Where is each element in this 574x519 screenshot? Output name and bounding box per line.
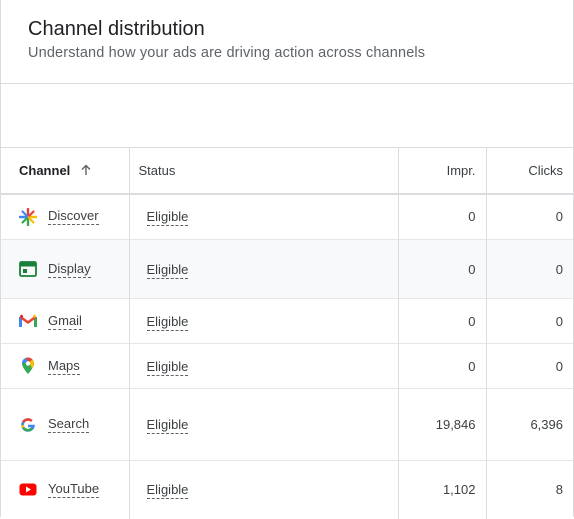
clicks-cell: 0 [485, 298, 573, 344]
impressions-cell: 1,102 [397, 460, 486, 519]
status-link[interactable]: Eligible [146, 313, 189, 331]
impressions-cell: 0 [397, 298, 486, 344]
discover-icon [19, 207, 37, 226]
channel-link[interactable]: Display [48, 261, 91, 278]
column-header-impressions[interactable]: Impr. [397, 147, 486, 194]
clicks-cell: 6,396 [485, 388, 573, 461]
table-header-row: Channel Status Impr. Clicks [1, 147, 573, 194]
status-link[interactable]: Eligible [146, 417, 189, 434]
column-header-channel[interactable]: Channel [1, 148, 129, 194]
table-row: Discover Eligible 0 0 [1, 193, 573, 240]
maps-icon [19, 357, 37, 375]
arrow-up-icon [81, 164, 91, 176]
card-title: Channel distribution [28, 18, 205, 40]
channel-link[interactable]: Discover [48, 208, 99, 226]
column-header-label: Channel [19, 162, 71, 178]
status-link[interactable]: Eligible [146, 261, 189, 279]
column-header-status[interactable]: Status [128, 147, 398, 194]
card-header: Channel distribution Understand how your… [1, 0, 573, 84]
status-link[interactable]: Eligible [146, 482, 189, 500]
impressions-cell: 0 [397, 193, 486, 240]
clicks-cell: 0 [485, 343, 573, 389]
table-row: Display Eligible 0 0 [1, 239, 573, 299]
channel-link[interactable]: Maps [48, 358, 80, 375]
channel-distribution-card: Channel distribution Understand how your… [0, 0, 574, 519]
channel-table: Channel Status Impr. Clicks Discover Eli… [1, 147, 573, 519]
table-row: Gmail Eligible 0 0 [1, 298, 573, 344]
column-header-clicks[interactable]: Clicks [485, 147, 573, 194]
channel-link[interactable]: Gmail [48, 313, 82, 330]
status-link[interactable]: Eligible [146, 209, 189, 227]
youtube-icon [19, 481, 37, 499]
google-search-icon [19, 416, 37, 434]
table-row: Maps Eligible 0 0 [1, 343, 573, 389]
impressions-cell: 0 [397, 343, 486, 389]
impressions-cell: 19,846 [397, 388, 486, 461]
channel-link[interactable]: YouTube [48, 481, 100, 499]
display-icon [19, 260, 37, 278]
table-row: YouTube Eligible 1,102 8 [1, 460, 573, 519]
gmail-icon [19, 312, 37, 330]
clicks-cell: 8 [485, 460, 573, 519]
status-link[interactable]: Eligible [146, 358, 189, 376]
card-subtitle: Understand how your ads are driving acti… [28, 45, 426, 61]
clicks-cell: 0 [485, 239, 573, 299]
channel-link[interactable]: Search [48, 416, 90, 433]
table-row: Search Eligible 19,846 6,396 [1, 388, 573, 461]
clicks-cell: 0 [485, 193, 573, 240]
impressions-cell: 0 [397, 239, 486, 299]
